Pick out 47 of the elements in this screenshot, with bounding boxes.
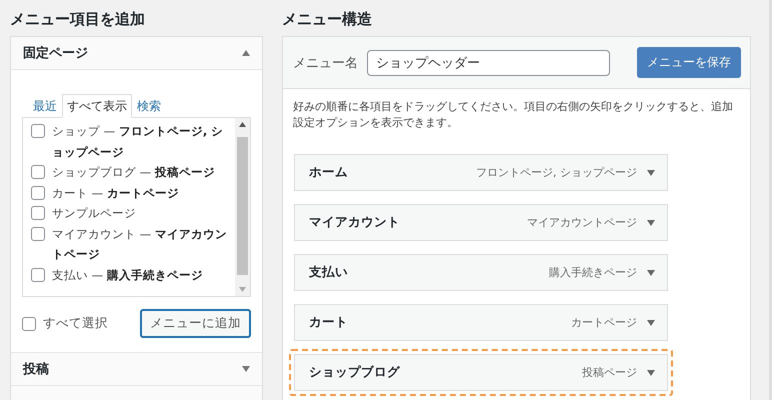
checkbox[interactable] <box>31 226 45 240</box>
expand-icon[interactable] <box>647 370 655 376</box>
page-label: 支払い — 購入手続きページ <box>52 266 204 284</box>
menu-name-label: メニュー名 <box>293 54 358 72</box>
add-to-menu-button[interactable]: メニューに追加 <box>140 309 251 338</box>
page-label: ショップ — フロントページ, ショップページ <box>52 123 224 160</box>
scroll-up-icon[interactable] <box>239 122 246 127</box>
expand-icon <box>242 366 250 372</box>
menu-item-type: 購入手続きページ <box>549 265 637 280</box>
scrollbar[interactable] <box>235 118 250 296</box>
section-header[interactable]: 投稿 <box>11 353 262 386</box>
tab[interactable]: すべて表示 <box>62 94 132 118</box>
checkbox[interactable] <box>31 268 45 282</box>
menu-item-type: 投稿ページ <box>582 365 637 380</box>
menu-item-title: カート <box>309 314 349 331</box>
expand-icon[interactable] <box>647 220 655 226</box>
collapse-icon <box>242 50 250 56</box>
expand-icon[interactable] <box>647 170 655 176</box>
checkbox[interactable] <box>31 124 45 138</box>
menu-item-type: カートページ <box>571 315 637 330</box>
menu-name-field[interactable]: ショップヘッダー <box>367 50 610 76</box>
menu-item-type: フロントページ, ショップページ <box>476 165 637 180</box>
checkbox[interactable] <box>31 165 45 179</box>
menu-item-title: 支払い <box>309 264 349 281</box>
tab[interactable]: 最近 <box>28 94 62 118</box>
checkbox[interactable] <box>31 206 45 220</box>
scroll-down-icon[interactable] <box>239 287 246 292</box>
page-label: マイアカウント — マイアカウントページ <box>52 226 228 263</box>
panel-heading: メニュー項目を追加 <box>10 9 146 30</box>
page-label: ショップブログ — 投稿ページ <box>52 164 216 181</box>
menu-item-title: ショップブログ <box>309 364 401 381</box>
section-header[interactable]: 固定ページ <box>11 37 262 70</box>
page-label: カート — カートページ <box>52 184 180 202</box>
instructions-text: 好みの順番に各項目をドラッグしてください。項目の右側の矢印をクリックすると、追加設定オプションを表示できます。 <box>293 99 734 131</box>
panel-heading: メニュー構造 <box>282 9 373 30</box>
tab[interactable]: 検索 <box>132 94 166 118</box>
menu-item-type: マイアカウントページ <box>527 215 637 230</box>
expand-icon[interactable] <box>647 320 655 326</box>
page-label: サンプルページ <box>52 205 137 222</box>
select-all-label: すべて選択 <box>43 315 108 332</box>
expand-icon[interactable] <box>647 270 655 276</box>
menu-item-title: マイアカウント <box>309 214 401 231</box>
save-menu-button[interactable]: メニューを保存 <box>637 47 741 78</box>
checkbox[interactable] <box>22 316 36 330</box>
menu-item[interactable]: ショップブログ 投稿ページ <box>289 349 673 396</box>
menu-item-title: ホーム <box>309 164 349 181</box>
checkbox[interactable] <box>31 186 45 200</box>
